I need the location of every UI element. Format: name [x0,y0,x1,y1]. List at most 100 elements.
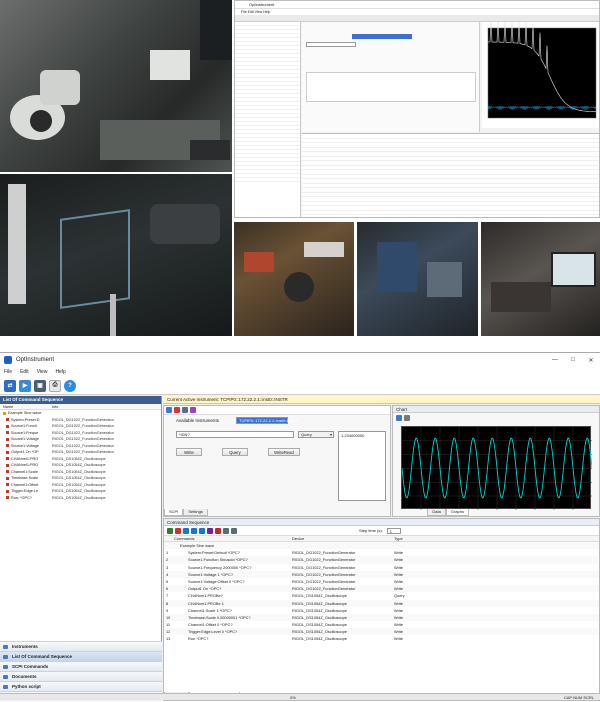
nav-list-of-command-sequence[interactable]: List Of Command Sequence [0,651,162,661]
row-number: 4 [166,571,169,577]
menu-edit[interactable]: Edit [20,369,29,375]
sequence-rows: 1 System:Preset:Default *OPC? RIGOL_DG1022… [164,549,599,642]
sequence-toolbar: Step time (s): 1 [164,526,599,536]
sequence-group-row[interactable]: Example Sine wave [164,542,599,550]
instrument-rack-photo [481,222,600,336]
nav-instruments[interactable]: Instruments [0,641,162,651]
step-time-input[interactable]: 1 [386,527,401,534]
step-icon[interactable] [183,527,189,534]
row-number: 7 [166,593,169,599]
connect-small-icon[interactable] [166,407,172,413]
row-type: Write [394,622,404,628]
stop-icon[interactable] [175,527,181,534]
list-item-name: CHANnel1:PRO [11,463,39,467]
table-row[interactable]: 2 Source1:Function Sinusoid *OPC? RIGOL_DG… [164,556,599,564]
row-number: 10 [166,614,171,620]
row-type: Write [394,571,404,577]
menu-bar: File Edit View Help [0,367,600,377]
instrument-select[interactable]: TCPIP0::172.22.2.1::inst0::INSTR [236,417,299,424]
row-number: 3 [166,564,169,570]
command-icon [6,483,9,486]
row-device: RIGOL_DS1054Z_Oscilloscope [292,629,347,635]
table-row[interactable]: 11 Channel1:Offset 0 *OPC? RIGOL_DS1054Z_O… [164,621,599,628]
move-down-icon[interactable] [199,527,205,534]
table-row[interactable]: 13 Run *OPC? RIGOL_DS1054Z_Oscilloscope Wri… [164,635,599,642]
row-number: 1 [166,550,169,556]
row-number: 11 [166,622,171,628]
row-type: Write [394,578,404,584]
row-type: Write [394,600,404,606]
nav-scpi-commands[interactable]: SCPI Commands [0,661,162,671]
left-panel-header: List Of Command Sequence [0,396,161,404]
row-command: Timebase:Scale 0.00000001 *OPC? [188,614,251,620]
list-item-name: Timebase:Scale [11,476,39,480]
table-row[interactable]: 12 Trigger:Edge:Level 0 *OPC? RIGOL_DS1054… [164,628,599,636]
row-number: 13 [166,636,171,642]
query-button[interactable]: Query [222,448,248,456]
row-command: Source1:Function Sinusoid *OPC? [188,557,248,563]
table-row[interactable]: 7 CHANnel1:PROBe? RIGOL_DS1054Z_Oscillosco… [164,592,599,599]
table-row[interactable]: 6 Output1 On *OPC? RIGOL_DG1022_FunctionGe… [164,585,599,593]
export-icon[interactable] [404,415,410,421]
row-device: RIGOL_DG1022_FunctionGenerator [292,550,356,556]
menu-view[interactable]: View [37,369,48,375]
command-sequence-header: Command Sequence [164,519,599,526]
row-number: 9 [166,607,169,613]
nav-python-script[interactable]: Python script [0,681,162,691]
maximize-button[interactable]: □ [564,357,582,364]
write-button[interactable]: Write [176,448,202,456]
move-up-icon[interactable] [191,527,197,534]
save-small-icon[interactable] [182,407,188,413]
row-type: Write [394,586,404,592]
table-row[interactable]: 10 Timebase:Scale 0.00000001 *OPC? RIGOL_D… [164,613,599,622]
run-icon[interactable]: ▶ [19,379,31,392]
tab-settings[interactable]: Settings [183,509,208,516]
list-item-name: Run; *OPC? [11,495,32,500]
command-icon [6,489,9,493]
mode-dropdown[interactable]: Query ▾ [298,431,334,438]
zoom-icon[interactable] [396,415,402,421]
help-icon[interactable]: ? [64,379,76,392]
disconnect-icon[interactable] [174,407,180,413]
available-instruments-label: Available Instruments [176,418,219,423]
connect-icon[interactable]: ⇄ [4,379,16,392]
row-command: Source1:Voltage 1 *OPC? [188,571,233,577]
add-icon[interactable] [207,527,213,534]
shot1-list-line [235,178,300,182]
command-input[interactable]: *IDN? [176,431,294,438]
undo-icon[interactable] [223,527,229,534]
table-row[interactable]: 5 Source1:Voltage:Offset 0 *OPC? RIGOL_DG1… [164,578,599,585]
delete-icon[interactable] [215,527,221,534]
table-row[interactable]: 1 System:Preset:Default *OPC? RIGOL_DG1022… [164,549,599,556]
script-icon[interactable] [190,407,196,413]
writeread-button[interactable]: WriteRead [268,448,300,456]
optics-mount-photo [0,174,232,336]
menu-file[interactable]: File [4,369,12,375]
left-panel-rows: Example Sine wave System:Preset:D RIGOL_DG… [0,410,161,501]
table-row[interactable]: 4 Source1:Voltage 1 *OPC? RIGOL_DG1022_Fun… [164,570,599,578]
table-row[interactable]: 8 CHANnel1:PROBe 1 RIGOL_DS1054Z_Oscillosc… [164,599,599,607]
command-icon [6,424,9,428]
list-item[interactable]: Run; *OPC? RIGOL_DS1054Z_Oscilloscope [0,495,161,502]
sequence-group-label: Example Sine wave [180,543,215,548]
nav-documents[interactable]: Documents [0,671,162,681]
tab-scpi[interactable]: SCPI [164,509,184,516]
minimize-button[interactable]: — [546,357,564,364]
spectrum-screenshot: OptInstrument File Edit View Help [234,0,600,218]
table-row[interactable]: 3 Source1:Frequency 2000000 *OPC? RIGOL_DG… [164,564,599,571]
print-icon[interactable]: ⎙ [49,379,61,392]
tab-graphs[interactable]: Graphs [445,509,469,516]
row-number: 2 [166,557,169,563]
chevron-down-icon: ▾ [329,432,332,437]
save-icon[interactable]: ▣ [34,379,46,392]
table-row[interactable]: 9 Channel1:Scale 1 *OPC? RIGOL_DS1054Z_Osc… [164,607,599,614]
command-icon [6,457,9,460]
row-device: RIGOL_DG1022_FunctionGenerator [292,557,356,563]
tab-data[interactable]: Data [427,509,446,516]
menu-help[interactable]: Help [55,369,65,375]
row-command: Run *OPC? [188,636,209,642]
redo-icon[interactable] [231,527,237,534]
play-icon[interactable] [167,527,173,534]
row-number: 5 [166,578,169,584]
close-button[interactable]: ✕ [582,357,600,364]
